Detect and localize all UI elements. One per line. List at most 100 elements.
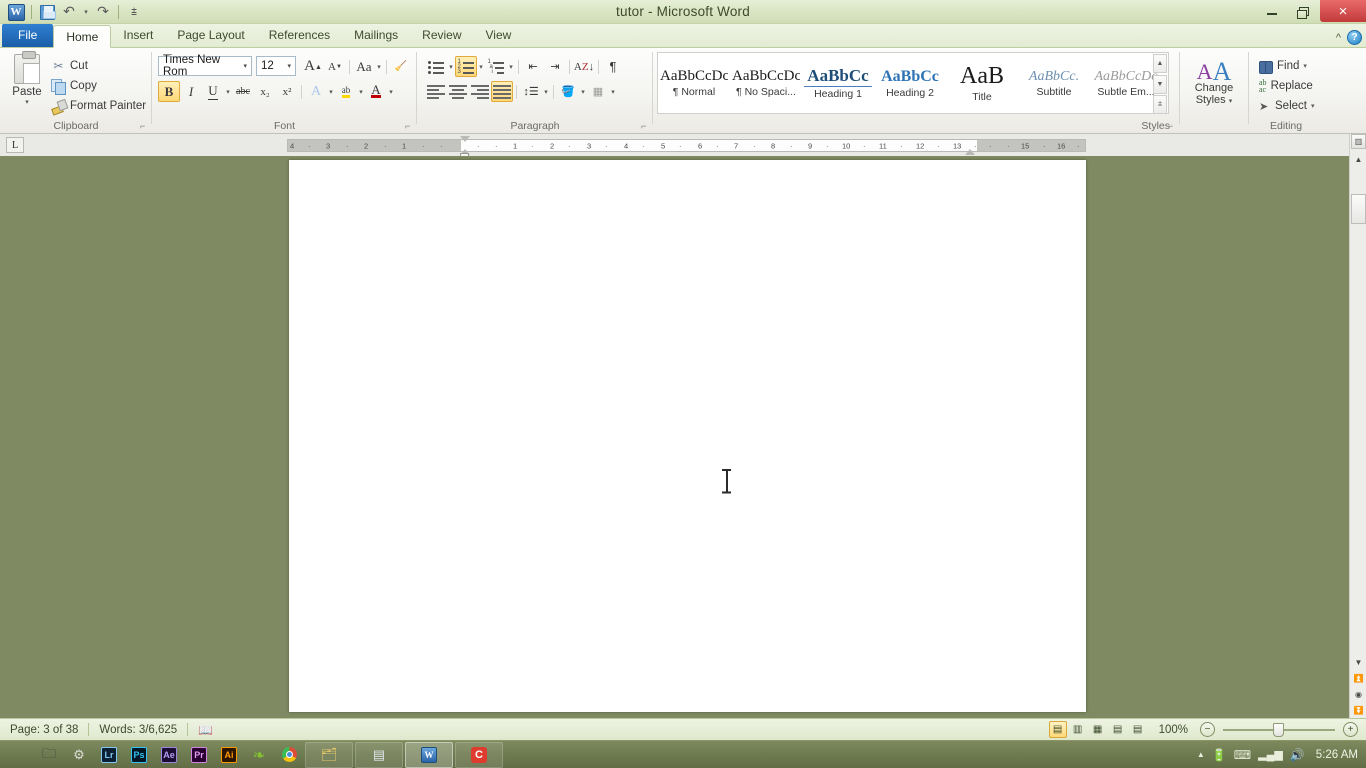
change-styles-button[interactable]: AA Change Styles ▾ (1186, 54, 1242, 107)
subscript-button[interactable]: x₂ (254, 81, 276, 102)
style-heading-2[interactable]: AaBbCc Heading 2 (874, 53, 946, 113)
shading-icon[interactable]: 🪣 (557, 81, 579, 102)
show-formatting-marks-icon[interactable]: ¶ (602, 56, 624, 77)
tab-file[interactable]: File (2, 24, 54, 47)
font-size-input[interactable]: 12 ▾ (256, 56, 296, 76)
next-page-icon[interactable]: ⏬ (1351, 703, 1366, 718)
style-heading-1[interactable]: AaBbCс Heading 1 (802, 53, 874, 113)
view-draft-icon[interactable]: ▤ (1129, 721, 1147, 738)
numbering-dropdown-icon[interactable]: ▾ (477, 63, 485, 71)
close-button[interactable]: × (1320, 0, 1366, 22)
file-explorer-icon[interactable]: 🗀 (34, 741, 64, 768)
highlight-dropdown-icon[interactable]: ▾ (357, 88, 365, 96)
tab-stop-selector[interactable]: L (6, 137, 24, 153)
line-spacing-dropdown-icon[interactable]: ▾ (542, 88, 550, 96)
clipboard-dialog-launcher[interactable]: ⌐ (140, 122, 149, 131)
tab-insert[interactable]: Insert (111, 24, 165, 47)
underline-dropdown-icon[interactable]: ▾ (224, 88, 232, 96)
increase-indent-icon[interactable]: ⇥ (544, 56, 566, 77)
align-left-icon[interactable] (425, 81, 447, 102)
horizontal-ruler[interactable]: 4 3 2 1 · · · · · · · 1 · 2 · 3 · 4 · 5 · (287, 136, 1086, 160)
style-no-spacing[interactable]: AaBbCcDc ¶ No Spaci... (730, 53, 802, 113)
style-title[interactable]: AaB Title (946, 53, 1018, 113)
bold-button[interactable]: B (158, 81, 180, 102)
view-print-layout-icon[interactable]: ▤ (1048, 721, 1067, 738)
bullets-dropdown-icon[interactable]: ▾ (447, 63, 455, 71)
align-center-icon[interactable] (447, 81, 469, 102)
select-browse-object-icon[interactable]: ◉ (1351, 687, 1366, 702)
find-button[interactable]: Find ▾ (1256, 56, 1317, 76)
select-button[interactable]: ➤ Select ▾ (1256, 96, 1317, 116)
right-indent-marker[interactable] (965, 149, 975, 155)
restore-button[interactable] (1288, 0, 1320, 22)
cut-button[interactable]: ✂ Cut (48, 56, 149, 76)
grow-font-icon[interactable]: A ▲ (302, 56, 324, 77)
select-dropdown-icon[interactable]: ▾ (1311, 102, 1315, 110)
styles-scroll-up-icon[interactable]: ▲ (1153, 54, 1167, 73)
text-effects-dropdown-icon[interactable]: ▾ (327, 88, 335, 96)
network-icon[interactable]: ▂▄▆ (1258, 748, 1283, 761)
paste-dropdown-icon[interactable]: ▾ (6, 98, 48, 106)
taskbar-app-c-window[interactable]: C (455, 741, 503, 768)
word-count[interactable]: Words: 3/6,625 (89, 721, 187, 739)
tab-home[interactable]: Home (53, 25, 112, 48)
multilevel-list-icon[interactable]: 1 a i (485, 56, 507, 77)
underline-button[interactable]: U (202, 81, 224, 102)
tab-references[interactable]: References (257, 24, 342, 47)
styles-scroll-down-icon[interactable]: ▼ (1153, 74, 1167, 94)
decrease-indent-icon[interactable]: ⇤ (522, 56, 544, 77)
first-line-indent-marker[interactable] (460, 136, 470, 142)
tab-review[interactable]: Review (410, 24, 473, 47)
text-effects-icon[interactable]: A (305, 81, 327, 102)
tab-page-layout[interactable]: Page Layout (165, 24, 256, 47)
document-page[interactable] (289, 160, 1086, 712)
show-hidden-icons[interactable]: ▲ (1197, 750, 1205, 759)
leaf-app-icon[interactable]: ❧ (244, 741, 274, 768)
find-dropdown-icon[interactable]: ▾ (1303, 62, 1307, 70)
start-button[interactable] (0, 741, 34, 768)
shading-dropdown-icon[interactable]: ▾ (579, 88, 587, 96)
illustrator-icon[interactable]: Ai (214, 741, 244, 768)
photoshop-icon[interactable]: Ps (124, 741, 154, 768)
borders-dropdown-icon[interactable]: ▾ (609, 88, 617, 96)
font-name-input[interactable]: Times New Rom ▾ (158, 54, 252, 78)
taskbar-folder-window[interactable]: 🗂 (305, 741, 353, 768)
italic-button[interactable]: I (180, 81, 202, 102)
scrollbar-thumb[interactable] (1351, 194, 1366, 224)
copy-button[interactable]: Copy (48, 76, 149, 96)
paste-button[interactable]: Paste ▾ (6, 51, 48, 106)
tab-mailings[interactable]: Mailings (342, 24, 410, 47)
styles-dialog-launcher[interactable]: ⌐ (1168, 122, 1177, 131)
zoom-in-button[interactable]: + (1343, 722, 1358, 737)
view-web-layout-icon[interactable]: ▦ (1089, 721, 1107, 738)
format-painter-button[interactable]: Format Painter (48, 96, 149, 116)
multilevel-dropdown-icon[interactable]: ▾ (507, 63, 515, 71)
font-name-dropdown-icon[interactable]: ▾ (241, 62, 249, 70)
lightroom-icon[interactable]: Lr (94, 741, 124, 768)
taskbar-notepad-window[interactable]: ▤ (355, 741, 403, 768)
view-outline-icon[interactable]: ▤ (1109, 721, 1127, 738)
justify-icon[interactable] (491, 81, 513, 102)
numbering-icon[interactable]: 123 (455, 56, 477, 77)
style-subtle-emphasis[interactable]: AaBbCcDc Subtle Em... (1090, 53, 1162, 113)
battery-icon[interactable]: 🔋 (1212, 748, 1227, 762)
settings-icon[interactable]: ⚙ (64, 741, 94, 768)
font-size-dropdown-icon[interactable]: ▾ (285, 62, 293, 70)
bullets-icon[interactable] (425, 56, 447, 77)
change-case-dropdown-icon[interactable]: ▾ (375, 63, 383, 71)
after-effects-icon[interactable]: Ae (154, 741, 184, 768)
volume-icon[interactable]: 🔊 (1290, 748, 1305, 762)
scroll-down-arrow-icon[interactable]: ▼ (1351, 655, 1366, 670)
styles-more-icon[interactable]: ⩲ (1153, 95, 1167, 114)
zoom-level[interactable]: 100% (1149, 721, 1198, 739)
replace-button[interactable]: ab ac Replace (1256, 76, 1317, 96)
change-styles-dropdown-icon[interactable]: ▾ (1229, 98, 1233, 105)
keyboard-icon[interactable]: ⌨ (1234, 748, 1251, 762)
change-case-icon[interactable]: Aa (353, 56, 375, 77)
previous-page-icon[interactable]: ⏫ (1351, 671, 1366, 686)
zoom-out-button[interactable]: − (1200, 722, 1215, 737)
view-full-screen-reading-icon[interactable]: ▥ (1069, 721, 1087, 738)
premiere-icon[interactable]: Pr (184, 741, 214, 768)
zoom-slider-thumb[interactable] (1273, 722, 1284, 737)
zoom-slider[interactable] (1223, 722, 1335, 738)
